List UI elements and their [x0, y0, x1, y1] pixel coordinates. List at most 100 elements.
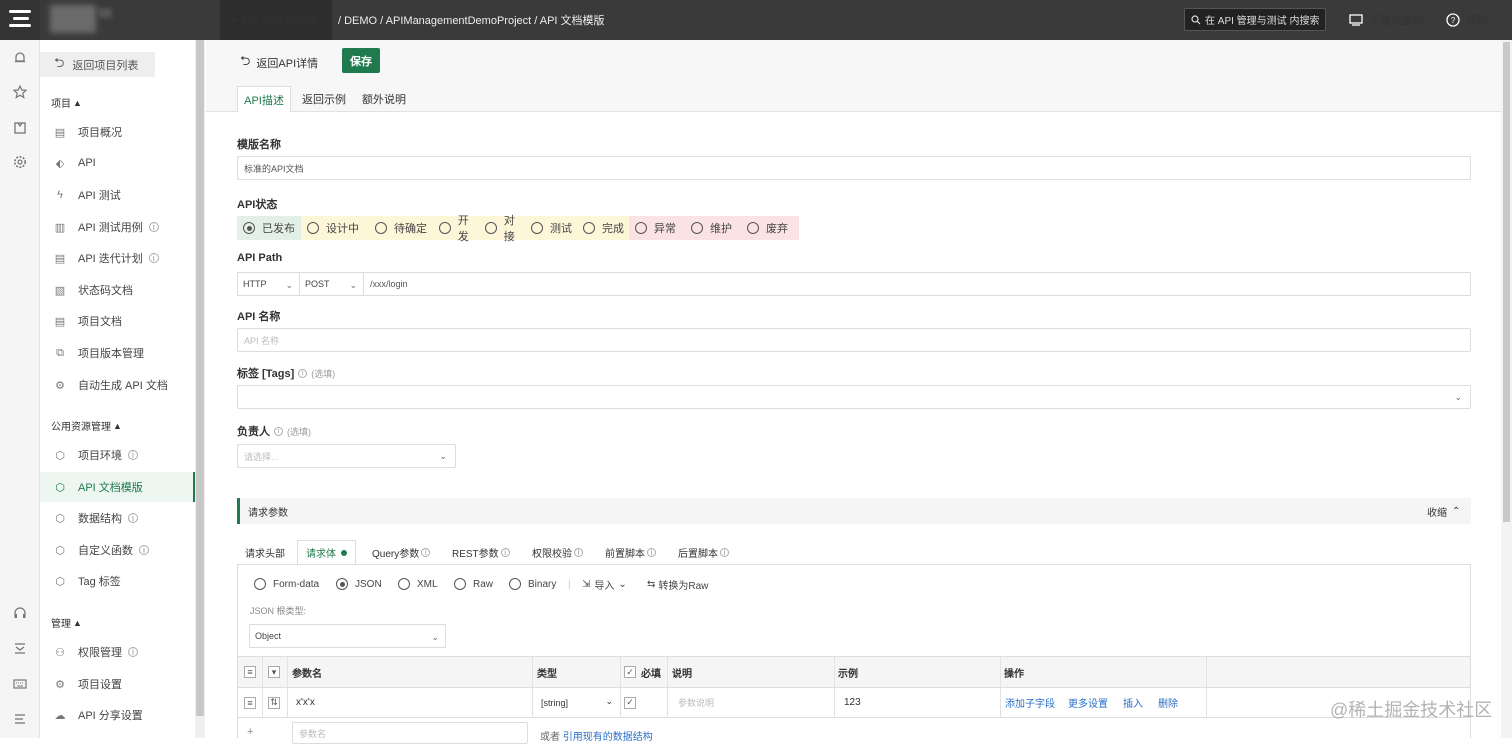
info-icon[interactable]: i: [148, 222, 159, 232]
main-scrollbar[interactable]: [1503, 42, 1510, 522]
info-icon[interactable]: i: [500, 548, 510, 557]
sidebar-item-tags[interactable]: ⬡ Tag 标签: [40, 566, 195, 596]
request-params-header[interactable]: 请求参数: [237, 498, 1471, 524]
star-icon[interactable]: [12, 84, 28, 100]
back-to-projects-button[interactable]: ⮌ 返回项目列表: [40, 52, 155, 77]
sidebar-item-version-management[interactable]: ⧉ 项目版本管理: [40, 338, 195, 368]
sidebar-item-api-test[interactable]: ϟ API 测试: [40, 180, 195, 210]
status-option[interactable]: 异常: [629, 216, 685, 240]
more-settings-link[interactable]: 更多设置: [1068, 688, 1108, 717]
sidebar-item-auto-docs[interactable]: ⚙ 自动生成 API 文档: [40, 370, 195, 400]
required-all-checkbox[interactable]: ✓: [624, 657, 636, 687]
status-option[interactable]: 测试: [525, 216, 577, 240]
subtab-auth[interactable]: 权限校验 i: [532, 540, 583, 565]
sidebar-item-api-doc-template[interactable]: ⬡ API 文档模版: [40, 472, 195, 502]
param-example-input[interactable]: 123: [844, 688, 861, 717]
project-avatar[interactable]: [50, 5, 96, 33]
protocol-select[interactable]: HTTP ⌄: [237, 272, 300, 296]
sidebar-item-data-structure[interactable]: ⬡ 数据结构 i: [40, 503, 195, 533]
subtab-request-body[interactable]: 请求体: [297, 540, 356, 565]
bell-icon[interactable]: [12, 50, 28, 66]
menu-icon[interactable]: [12, 711, 28, 727]
save-button[interactable]: 保存: [342, 48, 380, 73]
select-all-checkbox[interactable]: ≡: [244, 657, 256, 687]
sidebar-item-status-codes[interactable]: ▧ 状态码文档: [40, 275, 195, 305]
body-type-xml[interactable]: XML: [398, 576, 438, 592]
row-drag-handle[interactable]: ⇅: [268, 688, 280, 717]
add-row-icon[interactable]: +: [247, 726, 253, 738]
app-logo[interactable]: [0, 0, 40, 40]
api-name-input[interactable]: API 名称: [237, 328, 1471, 352]
tab-api-description[interactable]: API描述: [237, 86, 291, 112]
add-child-field-link[interactable]: 添加子字段: [1005, 688, 1055, 717]
insert-link[interactable]: 插入: [1123, 688, 1143, 717]
body-type-binary[interactable]: Binary: [509, 576, 556, 592]
sidebar-item-share-settings[interactable]: ☁ API 分享设置: [40, 700, 195, 730]
import-dropdown[interactable]: ⇲ 导入 ⌄: [582, 576, 627, 592]
info-icon[interactable]: i: [128, 647, 138, 657]
body-type-form-data[interactable]: Form-data: [254, 576, 319, 592]
sidebar-item-api[interactable]: ⬖ API: [40, 148, 195, 178]
param-type-select[interactable]: [string] ⌄: [541, 688, 613, 717]
status-option[interactable]: 待确定: [369, 216, 433, 240]
subtab-rest-params[interactable]: REST参数 i: [452, 540, 510, 565]
json-root-select[interactable]: Object ⌄: [249, 624, 446, 648]
row-menu[interactable]: ≡: [244, 688, 256, 717]
sidebar-item-project-docs[interactable]: ▤ 项目文档: [40, 306, 195, 336]
info-icon[interactable]: i: [148, 253, 159, 263]
param-desc-input[interactable]: 参数说明: [678, 688, 714, 717]
owner-select[interactable]: 请选择... ⌄: [237, 444, 456, 468]
collapse-button[interactable]: 收缩 ⌃: [1427, 504, 1460, 519]
convert-to-raw-button[interactable]: ⇆ 转换为Raw: [647, 576, 708, 592]
api-path-input[interactable]: /xxx/login: [363, 272, 1471, 296]
section-project-header[interactable]: 项目 ▲: [51, 95, 82, 111]
info-icon[interactable]: i: [128, 513, 138, 523]
delete-link[interactable]: 删除: [1158, 688, 1178, 717]
sidebar-item-project-env[interactable]: ⬡ 项目环境 i: [40, 440, 195, 470]
status-option[interactable]: 开发: [433, 215, 479, 243]
param-required-checkbox[interactable]: ✓: [624, 688, 636, 717]
status-option[interactable]: 完成: [577, 216, 629, 240]
info-icon[interactable]: i: [139, 545, 149, 555]
info-icon[interactable]: i: [274, 426, 283, 436]
info-icon[interactable]: i: [720, 548, 729, 557]
sidebar-item-permissions[interactable]: ⚇ 权限管理 i: [40, 637, 195, 667]
body-type-json[interactable]: JSON: [336, 576, 382, 592]
sidebar-item-custom-functions[interactable]: ⬡ 自定义函数 i: [40, 535, 195, 565]
help-button[interactable]: ? 帮助: [1446, 12, 1488, 28]
expand-all-toggle[interactable]: ▾: [268, 657, 280, 687]
back-to-api-detail-button[interactable]: ⮌ 返回API详情: [240, 52, 318, 74]
inbox-icon[interactable]: [12, 120, 28, 136]
tab-response-example[interactable]: 返回示例: [297, 86, 351, 112]
keyboard-icon[interactable]: [12, 676, 28, 692]
template-name-input[interactable]: 标准的API文档: [237, 156, 1471, 180]
project-switch-icon[interactable]: [98, 8, 112, 18]
status-option[interactable]: 已发布: [237, 216, 301, 240]
tags-select[interactable]: ⌄: [237, 385, 1471, 409]
status-option[interactable]: 维护: [685, 216, 741, 240]
section-public-resources-header[interactable]: 公用资源管理 ▲: [51, 418, 122, 434]
global-search-input[interactable]: 在 API 管理与测试 内搜索: [1184, 8, 1326, 31]
info-icon[interactable]: i: [421, 548, 431, 557]
status-option[interactable]: 设计中: [301, 216, 369, 240]
sidebar-scrollbar[interactable]: [196, 40, 204, 716]
sidebar-item-project-settings[interactable]: ⚙ 项目设置: [40, 669, 195, 699]
module-selector[interactable]: ▾ API 管理与测试: [220, 0, 332, 40]
sidebar-item-project-overview[interactable]: ▤ 项目概况: [40, 117, 195, 147]
subtab-query-params[interactable]: Query参数 i: [372, 540, 431, 565]
status-option[interactable]: 废弃: [741, 216, 799, 240]
method-select[interactable]: POST ⌄: [299, 272, 364, 296]
param-name-input[interactable]: x'x'x: [296, 688, 315, 717]
info-icon[interactable]: i: [298, 368, 308, 378]
subtab-request-headers[interactable]: 请求头部: [245, 540, 285, 565]
body-type-raw[interactable]: Raw: [454, 576, 493, 592]
collapse-down-icon[interactable]: [12, 640, 28, 656]
tab-extra-notes[interactable]: 额外说明: [357, 86, 411, 112]
subtab-post-script[interactable]: 后置脚本 i: [678, 540, 729, 565]
headset-icon[interactable]: [12, 605, 28, 621]
info-icon[interactable]: i: [574, 548, 583, 557]
new-param-name-input[interactable]: 参数名: [292, 722, 528, 744]
status-option[interactable]: 对接: [479, 215, 525, 243]
sidebar-item-api-iteration[interactable]: ▤ API 迭代计划 i: [40, 243, 195, 273]
download-desktop-button[interactable]: 下载桌面端: [1349, 12, 1424, 28]
